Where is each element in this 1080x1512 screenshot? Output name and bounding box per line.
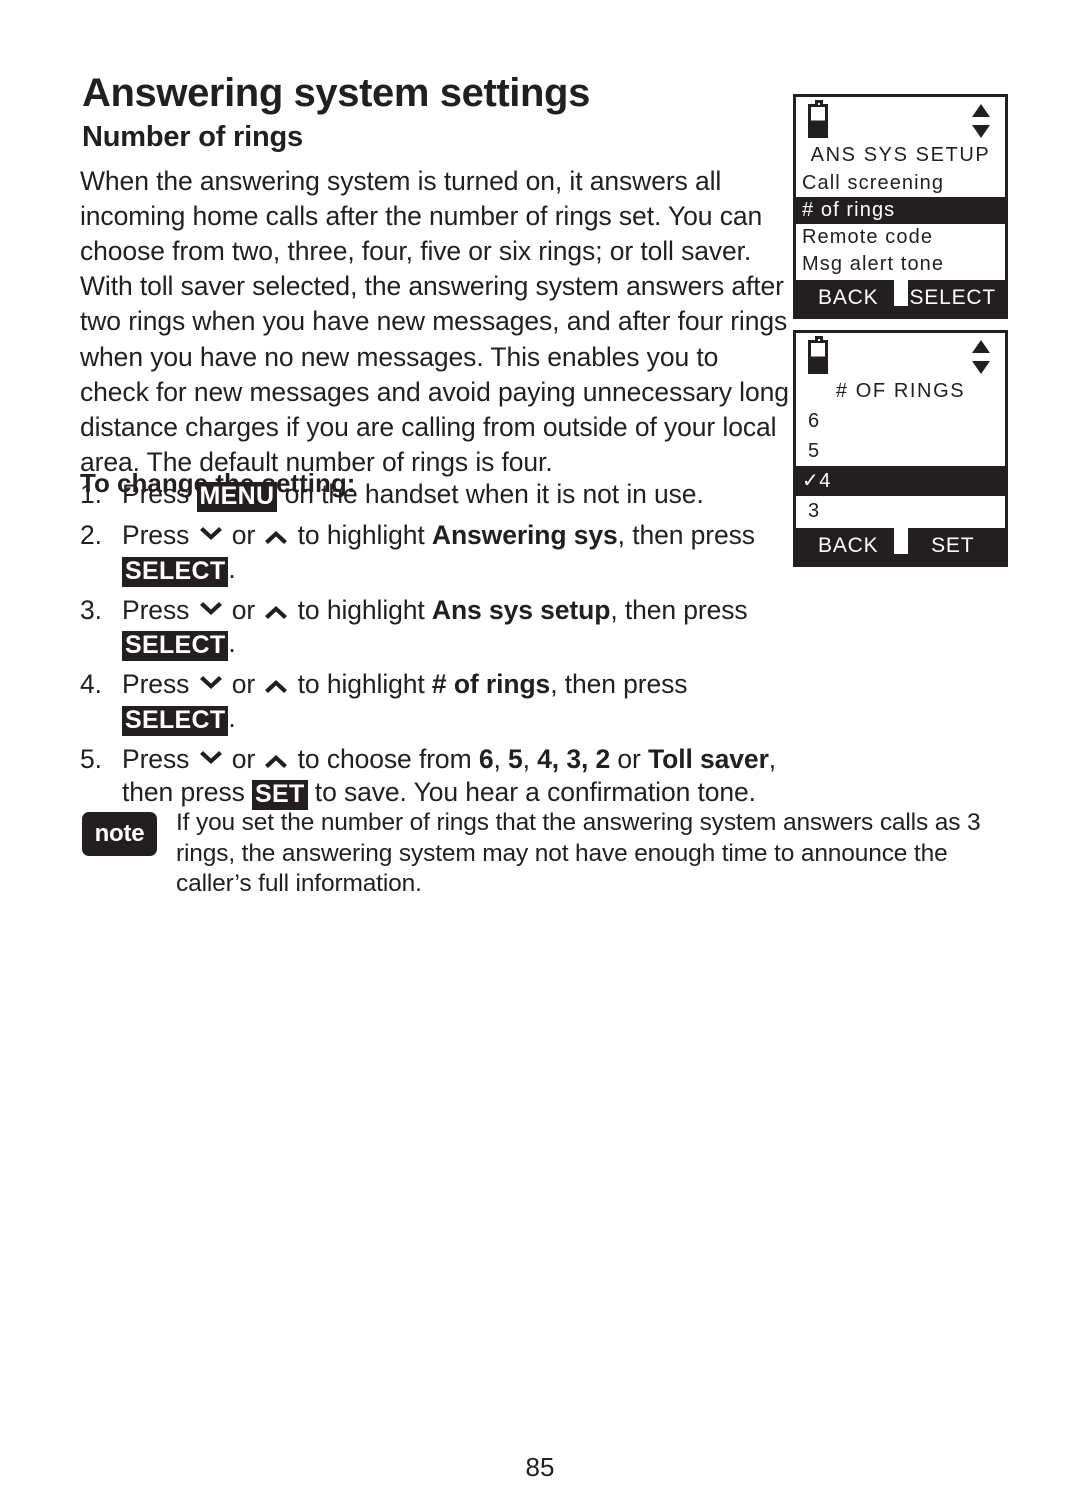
scroll-up-down-icon	[971, 339, 991, 375]
key-badge-select[interactable]: SELECT	[122, 631, 229, 661]
section-title: Number of rings	[82, 121, 303, 154]
chevron-up-icon	[263, 526, 289, 546]
step-text: .	[228, 628, 236, 658]
step-text: Press	[122, 520, 197, 550]
lcd-menu-list: 6 5 ✓4 3	[796, 406, 1005, 528]
lcd-title: ANS SYS SETUP	[810, 144, 991, 166]
step-text: to highlight	[290, 594, 432, 625]
step-text: Press	[122, 743, 197, 774]
page-number: 85	[525, 1452, 555, 1482]
step-emphasis: 4, 3, 2	[537, 743, 611, 774]
step-text: or	[224, 743, 263, 774]
step-text: to highlight	[290, 669, 432, 699]
lcd-menu-item[interactable]: Remote code	[796, 224, 1005, 251]
step-text: or	[224, 669, 263, 699]
step-text: ,	[493, 743, 508, 774]
lcd-status-bar	[796, 97, 1005, 144]
step-text: or	[224, 594, 263, 625]
note-badge: note	[82, 812, 157, 856]
procedure-step: 3. Press or to highlight Ans sys setup, t…	[80, 594, 800, 661]
key-badge-set[interactable]: SET	[252, 780, 308, 810]
step-text: ,	[522, 743, 538, 774]
step-text: , then press	[550, 669, 688, 699]
step-emphasis: Ans sys setup	[431, 594, 611, 625]
battery-half-icon	[808, 336, 828, 374]
step-text: Press	[122, 479, 197, 509]
step-emphasis: 5	[507, 743, 523, 774]
procedure-step: 2. Press or to highlight Answering sys, t…	[80, 519, 800, 587]
step-emphasis: Answering sys	[431, 520, 618, 550]
lcd-screen-number-of-rings: # OF RINGS 6 5 ✓4 3 BACK SET	[793, 330, 1008, 567]
step-text: or	[610, 743, 649, 774]
chapter-title: Answering system settings	[82, 70, 590, 115]
lcd-menu-item[interactable]: Call screening	[796, 170, 1005, 197]
step-text: on the handset when it is not in use.	[277, 479, 704, 509]
softkey-back[interactable]: BACK	[796, 534, 901, 558]
procedure-steps: 1. Press MENU on the handset when it is n…	[80, 478, 800, 817]
procedure-step: 1. Press MENU on the handset when it is n…	[80, 478, 800, 512]
chevron-down-icon	[198, 675, 224, 695]
chevron-up-icon	[263, 601, 289, 621]
chevron-up-icon	[263, 750, 289, 770]
key-badge-select[interactable]: SELECT	[122, 556, 229, 587]
softkey-select[interactable]: SELECT	[901, 286, 1006, 310]
step-number: 2.	[80, 520, 102, 550]
key-badge-select[interactable]: SELECT	[122, 705, 229, 736]
lcd-title: # OF RINGS	[835, 380, 966, 402]
lcd-menu-list: Call screening # of rings Remote code Msg a…	[796, 170, 1005, 280]
step-text: , then press	[610, 594, 748, 625]
step-number: 4.	[80, 669, 102, 699]
step-text: to save. You hear a confirmation tone.	[307, 777, 756, 807]
procedure-step: 4. Press or to highlight # of rings, then…	[80, 668, 800, 736]
battery-half-icon	[808, 100, 828, 138]
lcd-softkey-bar: BACK SELECT	[796, 272, 1006, 316]
chevron-down-icon	[198, 601, 224, 621]
step-text: to choose from	[290, 743, 479, 774]
step-text: .	[228, 702, 236, 733]
softkey-divider	[893, 272, 908, 306]
scroll-up-down-icon	[971, 103, 991, 139]
procedure-step: 5. Press or to choose from 6, 5, 4, 3, 2 …	[80, 743, 800, 810]
note-text: If you set the number of rings that the …	[176, 809, 981, 897]
softkey-divider	[893, 520, 908, 554]
softkey-back[interactable]: BACK	[796, 286, 901, 310]
step-text: , then press	[617, 520, 755, 550]
lcd-status-bar	[796, 333, 1005, 380]
step-number: 5.	[80, 743, 102, 774]
step-text: Press	[122, 669, 197, 699]
key-badge-menu[interactable]: MENU	[196, 482, 278, 512]
chevron-up-icon	[263, 675, 289, 695]
lcd-menu-item[interactable]: 5	[796, 436, 1005, 466]
chevron-down-icon	[198, 526, 224, 546]
manual-page: Answering system settings Number of ring…	[0, 0, 1080, 1512]
step-emphasis: 6	[478, 743, 494, 774]
chevron-down-icon	[198, 750, 224, 770]
step-number: 1.	[80, 479, 102, 509]
step-emphasis: Toll saver	[648, 743, 769, 774]
step-text: Press	[122, 594, 197, 625]
lcd-menu-item[interactable]: 6	[796, 406, 1005, 436]
lcd-screen-ans-sys-setup: ANS SYS SETUP Call screening # of rings Re…	[793, 94, 1008, 319]
lcd-menu-item-selected[interactable]: ✓4	[796, 466, 1005, 496]
step-emphasis: # of rings	[431, 669, 551, 699]
lcd-menu-item-selected[interactable]: # of rings	[796, 197, 1005, 224]
lcd-softkey-bar: BACK SET	[796, 520, 1006, 564]
softkey-set[interactable]: SET	[901, 534, 1006, 558]
step-text: to highlight	[290, 520, 432, 550]
note-block: note If you set the number of rings that…	[82, 808, 987, 900]
step-number: 3.	[80, 594, 102, 625]
step-text: .	[228, 553, 236, 584]
step-text: or	[224, 520, 263, 550]
intro-paragraph: When the answering system is turned on, …	[80, 165, 789, 478]
